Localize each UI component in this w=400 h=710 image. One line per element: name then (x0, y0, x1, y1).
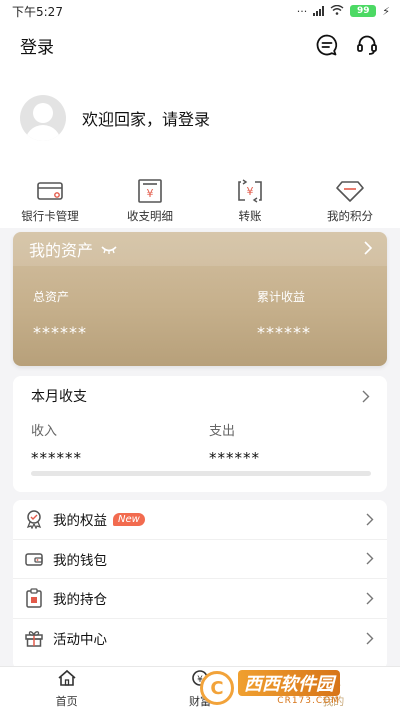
chevron-right-icon (363, 631, 377, 645)
quick-action-label: 我的积分 (327, 209, 373, 223)
top-header: 登录 (0, 22, 400, 68)
quick-action-transfer[interactable]: ¥ 转账 (205, 178, 295, 224)
status-time: 下午5:27 (12, 4, 63, 19)
menu-card: 我的权益 New 我的钱包 我的持仓 活动中心 (13, 500, 387, 670)
header-actions (314, 32, 380, 58)
income-value: ****** (31, 449, 82, 467)
chevron-right-icon (363, 512, 377, 526)
eye-closed-icon[interactable] (101, 240, 117, 259)
battery-icon: 99 (350, 5, 377, 17)
holdings-icon (23, 587, 45, 609)
svg-text:¥: ¥ (247, 185, 254, 198)
home-icon (57, 669, 77, 691)
total-assets-value: ****** (33, 323, 87, 342)
watermark-subtext: CR173.COM (277, 696, 340, 706)
cumulative-earnings-value: ****** (257, 323, 311, 342)
menu-item-holdings[interactable]: 我的持仓 (13, 579, 387, 619)
chevron-right-icon (363, 240, 373, 259)
signal-icon (313, 6, 325, 16)
cumulative-earnings-label: 累计收益 (257, 290, 306, 304)
menu-item-label: 我的钱包 (53, 552, 107, 569)
customer-service-icon[interactable] (354, 32, 380, 58)
quick-action-points[interactable]: 我的积分 (305, 178, 395, 224)
monthly-progress-bar (31, 471, 371, 476)
status-bar: 下午5:27 ··· 99 ⚡ (0, 0, 400, 22)
quick-actions: 银行卡管理 ¥ 收支明细 ¥ 转账 我的积分 (0, 168, 400, 228)
watermark: C 西西软件园 CR173.COM (200, 668, 390, 708)
cumulative-earnings: 累计收益 ****** (257, 288, 311, 342)
svg-text:¥: ¥ (147, 187, 154, 200)
chevron-right-icon (363, 552, 377, 566)
rights-icon (23, 508, 45, 530)
watermark-logo-icon: C (200, 671, 234, 705)
menu-item-activity-center[interactable]: 活动中心 (13, 619, 387, 659)
login-link[interactable]: 登录 (20, 33, 54, 58)
total-assets-label: 总资产 (33, 290, 70, 304)
gift-icon (23, 627, 45, 649)
watermark-text: 西西软件园 (238, 670, 340, 696)
bank-card-icon (35, 178, 65, 204)
status-icons: ··· 99 ⚡ (296, 4, 390, 18)
menu-item-wallet[interactable]: 我的钱包 (13, 540, 387, 579)
nav-label: 首页 (55, 694, 78, 708)
chevron-right-icon (359, 389, 373, 403)
quick-action-label: 银行卡管理 (21, 209, 79, 223)
assets-header[interactable]: 我的资产 (13, 232, 387, 266)
nav-home[interactable]: 首页 (0, 667, 133, 710)
income-label: 收入 (31, 424, 58, 439)
wallet-icon (23, 548, 45, 570)
new-badge: New (113, 512, 145, 526)
monthly-title: 本月收支 (31, 389, 87, 405)
avatar[interactable] (20, 95, 66, 141)
assets-title: 我的资产 (29, 237, 117, 261)
expense: 支出 ****** (209, 420, 387, 467)
profile-section[interactable]: 欢迎回家，请登录 (0, 68, 400, 168)
menu-item-label: 活动中心 (53, 632, 107, 649)
income-expense-icon: ¥ (135, 178, 165, 204)
income: 收入 ****** (31, 420, 209, 467)
expense-value: ****** (209, 449, 260, 467)
transfer-icon: ¥ (235, 178, 265, 204)
quick-action-label: 转账 (238, 209, 262, 223)
charging-icon: ⚡ (382, 4, 390, 18)
menu-item-label: 我的权益 (53, 513, 107, 530)
quick-action-bank-card[interactable]: 银行卡管理 (5, 178, 95, 224)
menu-item-label: 我的持仓 (53, 592, 107, 609)
assets-card: 我的资产 总资产 ****** 累计收益 ****** (13, 232, 387, 366)
quick-action-label: 收支明细 (127, 209, 173, 223)
quick-action-income-expense[interactable]: ¥ 收支明细 (105, 178, 195, 224)
total-assets: 总资产 ****** (33, 288, 257, 342)
wifi-icon (330, 4, 344, 18)
diamond-icon (335, 178, 365, 204)
more-dots-icon: ··· (296, 4, 308, 18)
chevron-right-icon (363, 591, 377, 605)
monthly-header[interactable]: 本月收支 (13, 376, 387, 408)
menu-item-rights[interactable]: 我的权益 New (13, 500, 387, 540)
monthly-card: 本月收支 收入 ****** 支出 ****** (13, 376, 387, 492)
assets-title-text: 我的资产 (29, 241, 94, 260)
welcome-text[interactable]: 欢迎回家，请登录 (82, 106, 210, 130)
expense-label: 支出 (209, 424, 236, 439)
message-icon[interactable] (314, 32, 340, 58)
